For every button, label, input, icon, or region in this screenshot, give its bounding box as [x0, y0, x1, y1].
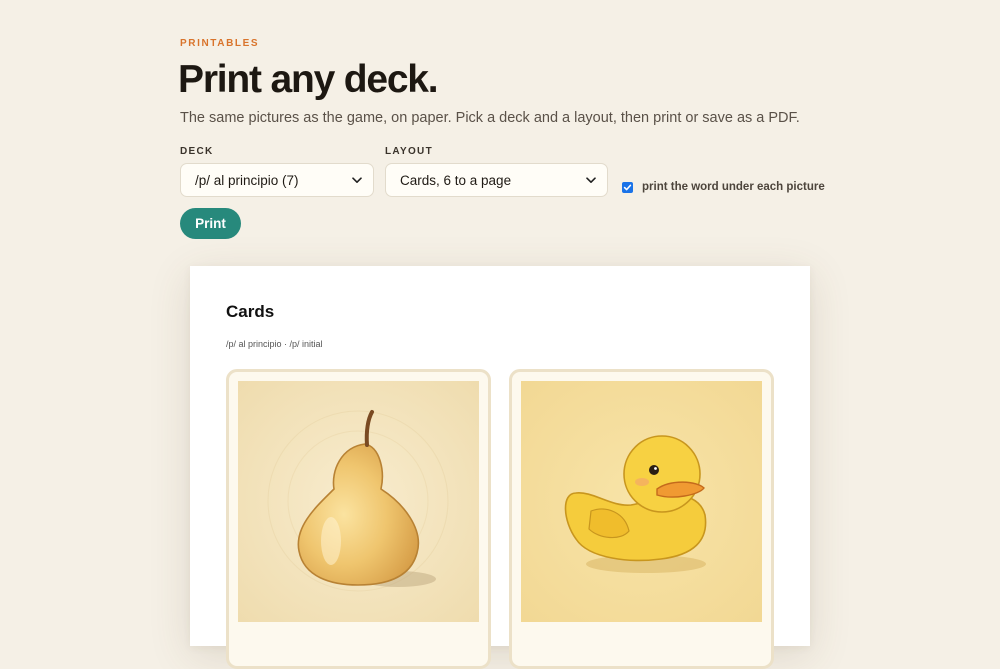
show-words-label: print the word under each picture: [642, 181, 825, 193]
page-title: Print any deck.: [178, 58, 439, 101]
layout-label: LAYOUT: [385, 146, 433, 157]
pear-illustration: [238, 381, 479, 622]
picture-card: [509, 369, 774, 669]
page-subtitle: The same pictures as the game, on paper.…: [180, 110, 800, 126]
deck-label: DECK: [180, 146, 214, 157]
eyebrow-label: PRINTABLES: [180, 38, 260, 49]
rubber-duck-illustration: [521, 381, 762, 622]
show-words-checkbox[interactable]: [622, 181, 633, 193]
show-words-option[interactable]: print the word under each picture: [622, 181, 825, 193]
print-button[interactable]: Print: [180, 208, 241, 239]
checkmark-icon: [623, 184, 632, 190]
layout-select[interactable]: Cards, 6 to a page: [385, 163, 608, 197]
preview-title: Cards: [226, 302, 275, 321]
preview-subtitle: /p/ al principio · /p/ initial: [226, 339, 323, 349]
chevron-down-icon: [585, 174, 597, 186]
print-preview-page: Cards /p/ al principio · /p/ initial: [190, 266, 810, 669]
chevron-down-icon: [351, 174, 363, 186]
layout-select-value: Cards, 6 to a page: [400, 172, 512, 188]
deck-select[interactable]: /p/ al principio (7): [180, 163, 374, 197]
deck-select-value: /p/ al principio (7): [195, 172, 299, 188]
picture-card: [226, 369, 491, 669]
